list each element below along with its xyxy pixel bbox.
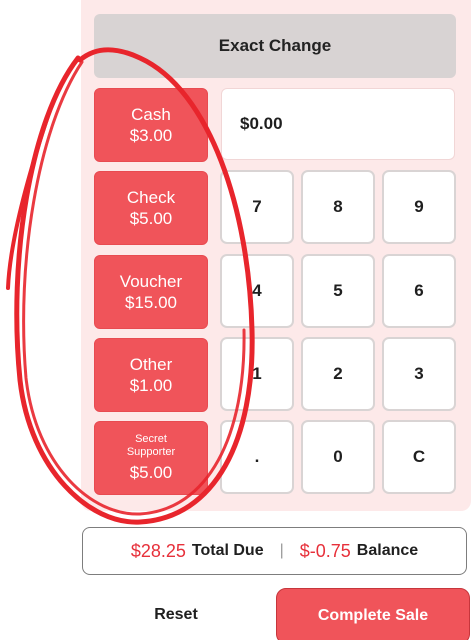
reset-button[interactable]: Reset <box>96 590 256 640</box>
payment-amount: $5.00 <box>129 209 173 228</box>
amount-input[interactable]: $0.00 <box>221 88 455 160</box>
payment-amount: $5.00 <box>129 463 173 483</box>
balance-amount: $-0.75 <box>299 540 351 561</box>
payment-label: Other <box>129 354 173 374</box>
payment-cash-button[interactable]: Cash $3.00 <box>94 88 208 162</box>
key-3[interactable]: 3 <box>382 337 456 411</box>
key-2[interactable]: 2 <box>301 337 375 411</box>
payment-label: Cash <box>131 104 171 124</box>
payment-secret-supporter-button[interactable]: Secret Supporter $5.00 <box>94 421 208 495</box>
payment-amount: $15.00 <box>125 293 177 312</box>
payment-voucher-button[interactable]: Voucher $15.00 <box>94 255 208 329</box>
key-7[interactable]: 7 <box>220 170 294 244</box>
totals-summary: $28.25 Total Due | $-0.75 Balance <box>82 527 467 575</box>
key-6[interactable]: 6 <box>382 254 456 328</box>
payment-label: Secret Supporter <box>126 432 176 459</box>
payment-label: Check <box>126 187 176 207</box>
key-0[interactable]: 0 <box>301 420 375 494</box>
key-4[interactable]: 4 <box>220 254 294 328</box>
balance-label: Balance <box>356 542 419 559</box>
total-due-amount: $28.25 <box>130 540 186 561</box>
total-due-label: Total Due <box>191 542 264 559</box>
payment-amount: $3.00 <box>129 126 173 145</box>
payment-amount: $1.00 <box>129 376 173 395</box>
key-decimal[interactable]: . <box>220 420 294 494</box>
complete-sale-button[interactable]: Complete Sale <box>276 588 470 640</box>
payment-check-button[interactable]: Check $5.00 <box>94 171 208 245</box>
payment-other-button[interactable]: Other $1.00 <box>94 338 208 412</box>
exact-change-button[interactable]: Exact Change <box>94 14 456 78</box>
key-8[interactable]: 8 <box>301 170 375 244</box>
payment-label: Voucher <box>119 271 183 291</box>
summary-divider: | <box>279 542 284 559</box>
key-9[interactable]: 9 <box>382 170 456 244</box>
key-1[interactable]: 1 <box>220 337 294 411</box>
key-5[interactable]: 5 <box>301 254 375 328</box>
key-clear[interactable]: C <box>382 420 456 494</box>
